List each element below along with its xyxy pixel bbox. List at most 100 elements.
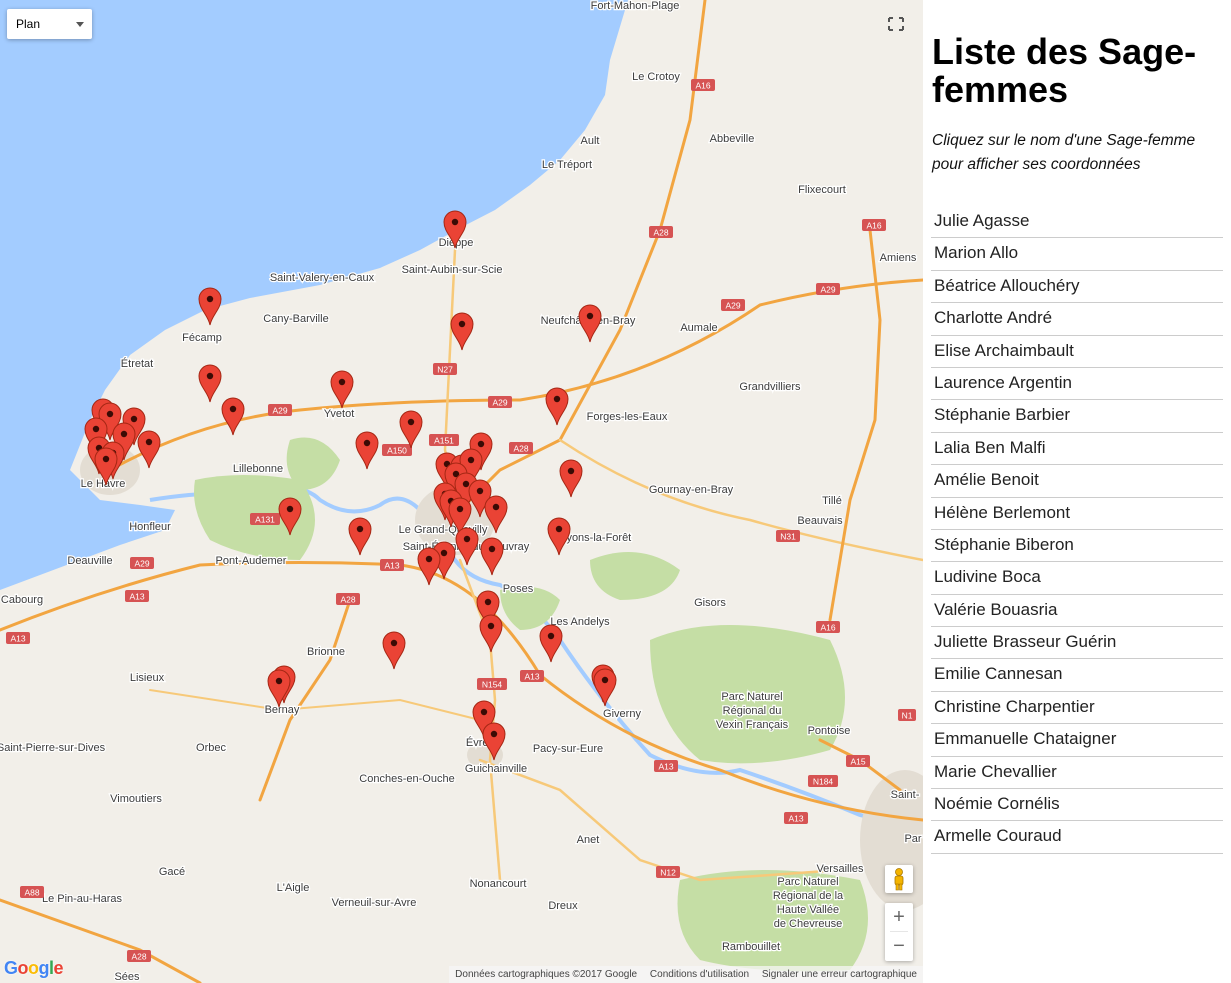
road-shield-label: N27	[437, 365, 453, 375]
road-shield-label: A29	[725, 301, 740, 311]
road-shield: N31	[776, 530, 800, 542]
midwife-list-item[interactable]: Julie Agasse	[931, 206, 1223, 239]
map-canvas[interactable]: Fort-Mahon-Plage Le Crotoy Abbeville Ault Le…	[0, 0, 923, 983]
midwife-list-item[interactable]: Laurence Argentin	[931, 368, 1223, 401]
midwife-list-item[interactable]: Armelle Couraud	[931, 821, 1223, 854]
midwife-list-item[interactable]: Emmanuelle Chataigner	[931, 724, 1223, 757]
midwife-list-item[interactable]: Marie Chevallier	[931, 757, 1223, 790]
place-label: Fort-Mahon-Plage	[591, 0, 680, 12]
road-shield-label: A16	[820, 623, 835, 633]
place-label: Pacy-sur-Eure	[533, 743, 603, 755]
zoom-out-button[interactable]: −	[885, 932, 913, 960]
map-type-label: Plan	[16, 17, 41, 31]
midwife-list-item[interactable]: Christine Charpentier	[931, 692, 1223, 725]
fullscreen-button[interactable]	[880, 9, 912, 39]
place-label: Lyons-la-Forêt	[561, 532, 632, 544]
midwife-list-item[interactable]: Lalia Ben Malfi	[931, 433, 1223, 466]
place-label: de Chevreuse	[774, 918, 843, 930]
road-shield-label: A29	[492, 398, 507, 408]
road-shield: A13	[6, 632, 30, 644]
place-label: Yvetot	[324, 408, 355, 420]
midwife-list-item[interactable]: Ludivine Boca	[931, 562, 1223, 595]
road-shield: A29	[721, 299, 745, 311]
place-label: Beauvais	[797, 515, 843, 527]
place-label: Verneuil-sur-Avre	[332, 897, 417, 909]
road-shield-label: A28	[653, 228, 668, 238]
road-shield: A29	[268, 404, 292, 416]
place-label: Amiens	[880, 252, 917, 264]
midwife-list-item[interactable]: Marion Allo	[931, 238, 1223, 271]
road-shield: A15	[846, 755, 870, 767]
place-label: Deauville	[67, 555, 112, 567]
midwife-list-item[interactable]: Stéphanie Barbier	[931, 400, 1223, 433]
road-shield: A28	[509, 442, 533, 454]
map-type-selector[interactable]: Plan	[7, 9, 92, 39]
place-label: Haute Vallée	[777, 904, 839, 916]
place-label: Flixecourt	[798, 184, 846, 196]
google-logo[interactable]: Google	[4, 958, 64, 979]
midwife-list-item[interactable]: Hélène Berlemont	[931, 498, 1223, 530]
place-label: Forges-les-Eaux	[587, 411, 668, 423]
place-label: Giverny	[603, 708, 641, 720]
midwife-list-item[interactable]: Noémie Cornélis	[931, 789, 1223, 822]
road-shield: A29	[130, 557, 154, 569]
place-label: Anet	[577, 834, 600, 846]
road-shield-label: A29	[820, 285, 835, 295]
attribution-data: Données cartographiques ©2017 Google	[455, 969, 638, 980]
road-shield: A29	[488, 396, 512, 408]
road-shield: A150	[382, 444, 412, 456]
zoom-control: + −	[885, 903, 913, 961]
road-shield-label: A28	[340, 595, 355, 605]
road-shield: A28	[127, 950, 151, 962]
place-label: Parc Naturel	[777, 876, 838, 888]
place-label: Lillebonne	[233, 463, 283, 475]
place-label: Tillé	[822, 495, 842, 507]
road-shield: A13	[784, 812, 808, 824]
place-label: Sées	[114, 971, 140, 983]
place-label: Abbeville	[710, 133, 755, 145]
road-shield-label: N12	[660, 868, 676, 878]
map[interactable]: Fort-Mahon-Plage Le Crotoy Abbeville Ault Le…	[0, 0, 923, 983]
fullscreen-icon	[888, 17, 904, 31]
pegman-icon	[894, 868, 904, 891]
midwife-list-item[interactable]: Charlotte André	[931, 303, 1223, 336]
place-label: Saint-Aubin-sur-Scie	[402, 264, 503, 276]
road-shield: N154	[477, 678, 507, 690]
place-label: Poses	[503, 583, 534, 595]
report-error-link[interactable]: Signaler une erreur cartographique	[762, 969, 917, 980]
road-shield: A16	[862, 219, 886, 231]
place-label: Cabourg	[1, 594, 43, 606]
place-label: Aumale	[680, 322, 717, 334]
midwife-list-item[interactable]: Béatrice Allouchéry	[931, 271, 1223, 304]
road-shield-label: A29	[272, 406, 287, 416]
road-shield: A88	[20, 886, 44, 898]
road-shield: N1	[898, 709, 916, 721]
road-shield: A13	[380, 559, 404, 571]
place-label: Vexin Français	[716, 719, 789, 731]
instructions-text: Cliquez sur le nom d'une Sage-femme pour…	[932, 132, 1196, 173]
midwife-list-item[interactable]: Stéphanie Biberon	[931, 530, 1223, 563]
place-label: Lisieux	[130, 672, 165, 684]
midwife-list-item[interactable]: Juliette Brasseur Guérin	[931, 627, 1223, 660]
midwife-list-item[interactable]: Emilie Cannesan	[931, 659, 1223, 692]
street-view-pegman[interactable]	[885, 865, 913, 893]
road-shield: A13	[520, 670, 544, 682]
place-label: Étretat	[121, 357, 153, 370]
road-shield-label: N31	[780, 532, 796, 542]
road-shield-label: A13	[129, 592, 144, 602]
road-shield-label: A28	[131, 952, 146, 962]
road-shield: A16	[691, 79, 715, 91]
midwife-list-item[interactable]: Valérie Bouasria	[931, 595, 1223, 628]
zoom-in-button[interactable]: +	[885, 903, 913, 931]
road-shield: N27	[433, 363, 457, 375]
road-shield: A131	[250, 513, 280, 525]
place-label: Saint-	[891, 789, 920, 801]
road-shield-label: N1	[902, 711, 913, 721]
midwife-list-item[interactable]: Amélie Benoit	[931, 465, 1223, 498]
place-label: Saint-Pierre-sur-Dives	[0, 742, 106, 754]
midwife-list-item[interactable]: Elise Archaimbault	[931, 336, 1223, 368]
road-shield: N184	[808, 775, 838, 787]
map-attribution: Données cartographiques ©2017 Google Con…	[449, 966, 923, 983]
road-shield-label: A150	[387, 446, 407, 456]
terms-link[interactable]: Conditions d'utilisation	[650, 969, 749, 980]
